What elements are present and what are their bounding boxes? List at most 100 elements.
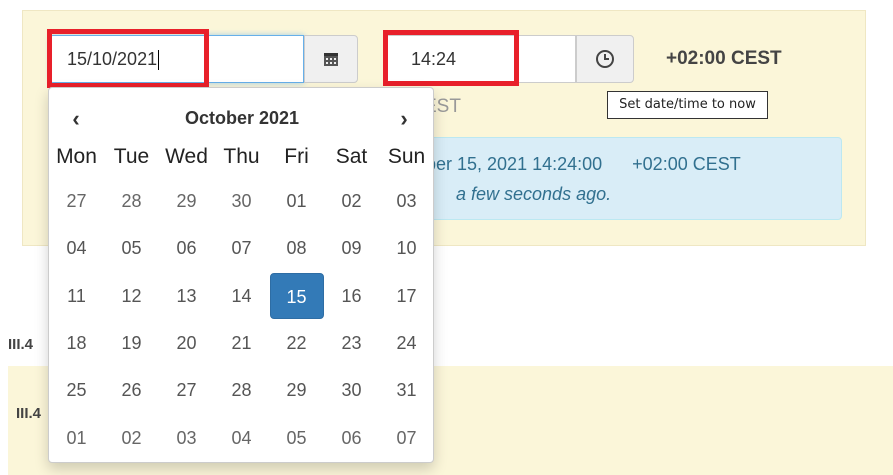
calendar-day[interactable]: 19 [104, 320, 159, 367]
calendar-day[interactable]: 23 [324, 320, 379, 367]
calendar-day-label: 06 [176, 238, 197, 259]
day-grid: 27 28 29 30 01 02 03 04 05 06 07 08 09 10 11 12 13 14 15 16… [49, 178, 435, 462]
calendar-day-label: 28 [121, 191, 142, 212]
calendar-icon [324, 53, 338, 66]
calendar-day-outside-month[interactable]: 29 [159, 178, 214, 225]
calendar-day[interactable]: 31 [379, 367, 434, 414]
calendar-day[interactable]: 16 [324, 273, 379, 320]
calendar-day[interactable]: 10 [379, 225, 434, 272]
calendar-day[interactable]: 06 [159, 225, 214, 272]
calendar-day-label: 15 [269, 273, 324, 320]
calendar-day[interactable]: 26 [104, 367, 159, 414]
calendar-day-label: 21 [231, 333, 252, 354]
calendar-day[interactable]: 01 [269, 178, 324, 225]
weekday-label: Fri [284, 145, 309, 168]
weekday-label: Mon [56, 145, 97, 168]
calendar-day-label: 08 [286, 238, 307, 259]
info-timezone: +02:00 CEST [632, 154, 741, 174]
calendar-day[interactable]: 30 [324, 367, 379, 414]
calendar-day[interactable]: 03 [379, 178, 434, 225]
calendar-day-label: 07 [231, 238, 252, 259]
calendar-day[interactable]: 27 [159, 367, 214, 414]
calendar-day[interactable]: 05 [104, 225, 159, 272]
weekday-label: Sun [387, 145, 426, 168]
calendar-day-label: 25 [66, 380, 87, 401]
calendar-day-label: 22 [286, 333, 307, 354]
calendar-day-label: 07 [396, 427, 417, 448]
calendar-day-label: 06 [341, 427, 362, 448]
calendar-day[interactable]: 17 [379, 273, 434, 320]
calendar-day[interactable]: 11 [49, 273, 104, 320]
calendar-day-label: 31 [396, 380, 417, 401]
weekday-label: Wed [165, 145, 208, 168]
calendar-day-label: 27 [66, 191, 87, 212]
calendar-week-row: 01 02 03 04 05 06 07 [49, 414, 435, 461]
calendar-day-label: 11 [67, 285, 86, 306]
info-relative-time: a few seconds ago. [456, 184, 612, 204]
calendar-day-label: 02 [341, 191, 362, 212]
calendar-day-outside-month[interactable]: 28 [104, 178, 159, 225]
datepicker-header: ‹ October 2021 › [49, 104, 435, 134]
calendar-day[interactable]: 24 [379, 320, 434, 367]
section-label-secondary: III.4 [16, 405, 42, 422]
timezone-label: +02:00 CEST [666, 48, 782, 69]
calendar-day[interactable]: 25 [49, 367, 104, 414]
calendar-day-label: 23 [341, 333, 362, 354]
set-now-button[interactable] [576, 35, 634, 83]
set-now-tooltip: Set date/time to now [607, 91, 768, 119]
calendar-day[interactable]: 21 [214, 320, 269, 367]
date-highlight-box [47, 29, 209, 88]
calendar-day[interactable]: 09 [324, 225, 379, 272]
calendar-day[interactable]: 02 [324, 178, 379, 225]
calendar-day-label: 05 [286, 427, 307, 448]
calendar-day-label: 20 [176, 333, 197, 354]
calendar-day[interactable]: 28 [214, 367, 269, 414]
calendar-day-label: 17 [396, 285, 417, 306]
calendar-day[interactable]: 29 [269, 367, 324, 414]
weekday-label: Tue [113, 145, 150, 168]
weekday-label: Sat [335, 145, 368, 168]
calendar-day-outside-month[interactable]: 27 [49, 178, 104, 225]
calendar-day-label: 12 [121, 285, 142, 306]
calendar-day[interactable]: 13 [159, 273, 214, 320]
calendar-day-label: 05 [121, 238, 142, 259]
calendar-day[interactable]: 20 [159, 320, 214, 367]
calendar-day-label: 30 [231, 191, 252, 212]
calendar-week-row: 25 26 27 28 29 30 31 [49, 367, 435, 414]
clock-icon [596, 50, 614, 68]
calendar-day[interactable]: 14 [214, 273, 269, 320]
calendar-day-label: 29 [286, 380, 307, 401]
calendar-day-outside-month[interactable]: 05 [269, 414, 324, 461]
calendar-day[interactable]: 04 [49, 225, 104, 272]
calendar-day-outside-month[interactable]: 06 [324, 414, 379, 461]
calendar-day[interactable]: 08 [269, 225, 324, 272]
calendar-day-outside-month[interactable]: 04 [214, 414, 269, 461]
calendar-day-label: 30 [341, 380, 362, 401]
calendar-day-label: 24 [396, 333, 417, 354]
calendar-day[interactable]: 12 [104, 273, 159, 320]
calendar-day-outside-month[interactable]: 01 [49, 414, 104, 461]
month-title[interactable]: October 2021 [49, 108, 435, 129]
calendar-day[interactable]: 22 [269, 320, 324, 367]
calendar-day[interactable]: 07 [214, 225, 269, 272]
calendar-day-selected[interactable]: 15 [269, 273, 324, 320]
calendar-day-outside-month[interactable]: 02 [104, 414, 159, 461]
calendar-button[interactable] [304, 35, 358, 83]
calendar-day-label: 13 [176, 285, 197, 306]
calendar-week-row: 04 05 06 07 08 09 10 [49, 225, 435, 272]
calendar-day-outside-month[interactable]: 07 [379, 414, 434, 461]
calendar-day-label: 01 [66, 427, 87, 448]
calendar-day-label: 28 [231, 380, 252, 401]
chevron-right-icon[interactable]: › [389, 106, 419, 132]
calendar-day-outside-month[interactable]: 03 [159, 414, 214, 461]
calendar-day-label: 04 [66, 238, 87, 259]
calendar-week-row: 18 19 20 21 22 23 24 [49, 320, 435, 367]
calendar-day-label: 29 [176, 191, 197, 212]
calendar-day-label: 26 [121, 380, 142, 401]
calendar-week-row: 27 28 29 30 01 02 03 [49, 178, 435, 225]
calendar-day-label: 03 [396, 191, 417, 212]
calendar-day-outside-month[interactable]: 30 [214, 178, 269, 225]
calendar-day-label: 03 [176, 427, 197, 448]
calendar-day[interactable]: 18 [49, 320, 104, 367]
calendar-day-label: 02 [121, 427, 142, 448]
